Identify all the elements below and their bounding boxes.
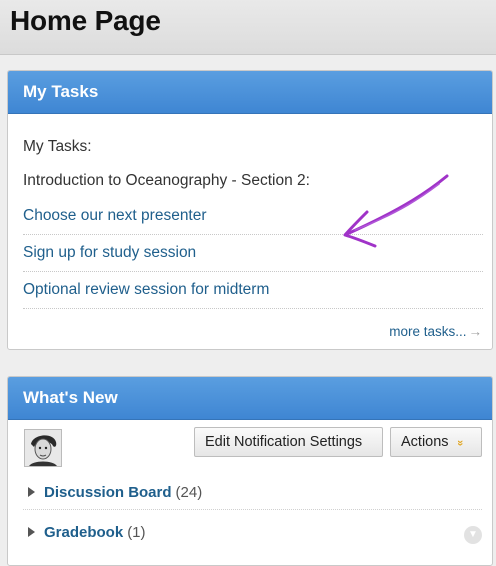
my-tasks-header[interactable]: My Tasks bbox=[8, 71, 492, 114]
task-link-review-session[interactable]: Optional review session for midterm bbox=[23, 272, 483, 309]
actions-label: Actions bbox=[401, 434, 449, 450]
whats-new-title: What's New bbox=[23, 388, 118, 407]
whats-new-module: What's New Edit Notification Settings Ac… bbox=[7, 376, 493, 566]
triangle-right-icon[interactable] bbox=[28, 487, 35, 498]
discussion-board-count: (24) bbox=[175, 484, 203, 501]
hand-drawn-arrow-icon bbox=[343, 174, 449, 248]
avatar[interactable] bbox=[24, 429, 62, 467]
triangle-right-icon[interactable] bbox=[28, 527, 35, 538]
chevron-down-icon[interactable]: ▼ bbox=[464, 526, 482, 544]
discussion-board-link[interactable]: Discussion Board bbox=[44, 484, 172, 501]
page-header: Home Page bbox=[0, 0, 496, 55]
my-tasks-title: My Tasks bbox=[23, 82, 99, 101]
edit-notification-settings-button[interactable]: Edit Notification Settings bbox=[194, 427, 383, 457]
actions-button[interactable]: Actions » bbox=[390, 427, 482, 457]
right-arrow-icon: → bbox=[468, 324, 483, 339]
list-item-discussion-board[interactable]: Discussion Board (24) bbox=[28, 481, 202, 505]
list-item-gradebook[interactable]: Gradebook (1) bbox=[28, 521, 146, 545]
gradebook-count: (1) bbox=[127, 524, 146, 541]
page-title: Home Page bbox=[10, 5, 161, 36]
my-tasks-label: My Tasks: bbox=[23, 138, 92, 155]
more-tasks-link[interactable]: more tasks... → bbox=[389, 324, 482, 339]
user-avatar-icon bbox=[25, 430, 61, 466]
more-tasks-label: more tasks... bbox=[389, 324, 467, 339]
whats-new-header[interactable]: What's New bbox=[8, 377, 492, 420]
gradebook-link[interactable]: Gradebook bbox=[44, 524, 123, 541]
divider bbox=[23, 509, 482, 510]
chevron-down-icon: » bbox=[453, 439, 466, 447]
